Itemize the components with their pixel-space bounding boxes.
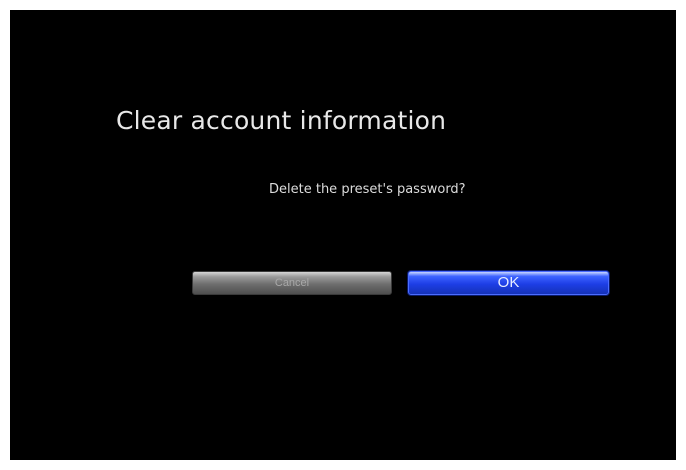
cancel-button[interactable]: Cancel <box>192 271 392 295</box>
dialog-screen: Clear account information Delete the pre… <box>10 10 676 460</box>
dialog-title: Clear account information <box>116 106 447 135</box>
dialog-message: Delete the preset's password? <box>269 182 466 197</box>
ok-button[interactable]: OK <box>408 271 609 295</box>
